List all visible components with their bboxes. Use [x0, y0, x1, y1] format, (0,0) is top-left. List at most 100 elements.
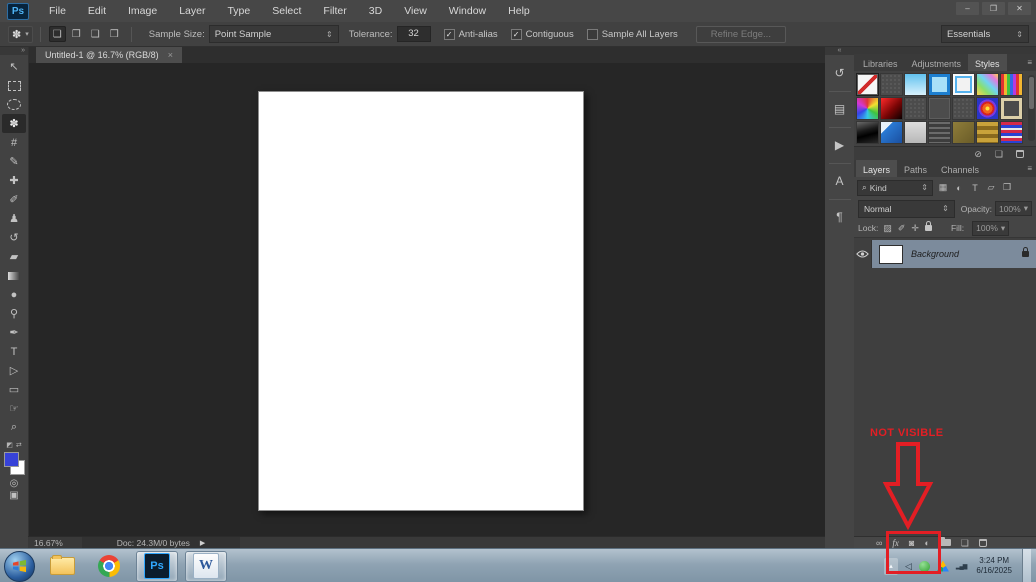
add-to-selection-icon[interactable]: ❐	[68, 26, 85, 42]
tab-libraries[interactable]: Libraries	[856, 54, 905, 71]
menu-help[interactable]: Help	[497, 5, 541, 17]
clone-stamp-tool[interactable]: ♟	[2, 209, 26, 228]
document-tab[interactable]: Untitled-1 @ 16.7% (RGB/8) ×	[36, 46, 182, 63]
sample-size-select[interactable]: Point Sample ⇕	[208, 25, 339, 43]
show-desktop-button[interactable]	[1022, 549, 1031, 582]
lock-position-icon[interactable]: ✛	[911, 223, 919, 233]
swap-colors-icon[interactable]: ⇄	[16, 441, 22, 449]
layer-thumbnail[interactable]	[879, 244, 903, 264]
eyedropper-tool[interactable]: ✎	[2, 152, 26, 171]
history-brush-tool[interactable]: ↺	[2, 228, 26, 247]
style-swatch-olive-texture[interactable]	[952, 121, 975, 144]
tab-paths[interactable]: Paths	[897, 160, 934, 177]
background-layer-row[interactable]: Background	[854, 240, 1036, 268]
taskbar-word-button[interactable]: W	[185, 550, 227, 582]
tab-channels[interactable]: Channels	[934, 160, 986, 177]
filter-pixel-layers-icon[interactable]: ▦	[936, 181, 950, 195]
subtract-from-selection-icon[interactable]: ❑	[87, 26, 104, 42]
tool-preset-picker[interactable]: ✽ ▾	[8, 25, 33, 43]
style-swatch-light-gray[interactable]	[904, 121, 927, 144]
filter-smart-objects-icon[interactable]: ❒	[1000, 181, 1014, 195]
device-preview-panel-icon[interactable]: ▤	[828, 91, 851, 121]
brush-tool[interactable]: ✐	[2, 190, 26, 209]
menu-layer[interactable]: Layer	[168, 5, 216, 17]
status-expand-icon[interactable]: ▶	[200, 539, 205, 547]
healing-brush-tool[interactable]: ✚	[2, 171, 26, 190]
style-swatch-white-blue-outline[interactable]	[952, 73, 975, 96]
foreground-color-swatch[interactable]	[3, 452, 19, 467]
filter-adjustment-layers-icon[interactable]: ◐	[952, 181, 966, 195]
fill-field[interactable]: 100% ▾	[972, 220, 1010, 236]
sample-all-layers-checkbox[interactable]: Sample All Layers	[586, 28, 678, 40]
character-panel-icon[interactable]: A	[828, 163, 851, 193]
zoom-level-field[interactable]: 16.67%	[34, 538, 72, 548]
filter-type-layers-icon[interactable]: T	[968, 181, 982, 195]
minimize-button[interactable]: –	[956, 2, 979, 15]
lock-paint-icon[interactable]: ✐	[898, 223, 906, 233]
taskbar-explorer-button[interactable]	[42, 552, 82, 581]
rectangle-tool[interactable]: ▭	[2, 380, 26, 399]
path-selection-tool[interactable]: ▷	[2, 361, 26, 380]
pen-tool[interactable]: ✒	[2, 323, 26, 342]
opacity-field[interactable]: 100% ▾	[994, 201, 1032, 216]
zoom-tool[interactable]: ⌕	[2, 418, 26, 437]
taskbar-clock[interactable]: 3:24 PM 6/16/2025	[976, 556, 1012, 577]
delete-layer-icon[interactable]	[978, 538, 987, 547]
style-swatch-black-gloss[interactable]	[856, 121, 879, 144]
screen-mode-icon[interactable]: ▣	[9, 490, 18, 502]
style-swatch-pastel-rainbow[interactable]	[976, 73, 999, 96]
style-swatch-red-black-gradient[interactable]	[880, 97, 903, 120]
menu-type[interactable]: Type	[216, 5, 261, 17]
gradient-tool[interactable]	[2, 266, 26, 285]
filter-kind-select[interactable]: ⌕ Kind ⇕	[857, 179, 933, 196]
tab-styles[interactable]: Styles	[968, 54, 1007, 71]
workspace-select[interactable]: Essentials ⇕	[941, 25, 1029, 43]
new-style-icon[interactable]: ❏	[995, 149, 1003, 159]
anti-alias-checkbox[interactable]: ✓ Anti-alias	[443, 28, 498, 40]
lock-all-icon[interactable]	[924, 221, 932, 231]
move-tool[interactable]: ↖	[2, 57, 26, 76]
dodge-tool[interactable]: ⚲	[2, 304, 26, 323]
new-group-icon[interactable]	[939, 537, 951, 546]
menu-window[interactable]: Window	[438, 5, 497, 17]
style-swatch-purple-bullseye[interactable]	[976, 97, 999, 120]
tab-adjustments[interactable]: Adjustments	[905, 54, 969, 71]
new-layer-icon[interactable]: ❏	[961, 538, 969, 548]
style-swatch-blue-frame[interactable]	[928, 73, 951, 96]
panel-menu-icon[interactable]: ≡	[1027, 58, 1032, 67]
marquee-tool[interactable]	[2, 76, 26, 95]
dock-collapse-icon[interactable]: «	[825, 46, 854, 55]
contiguous-checkbox[interactable]: ✓ Contiguous	[510, 28, 574, 40]
style-swatch-rainbow-stripes[interactable]	[1000, 73, 1023, 96]
new-selection-icon[interactable]: ❏	[48, 26, 66, 42]
lasso-tool[interactable]	[2, 95, 26, 114]
quick-mask-icon[interactable]: ◎	[9, 478, 19, 490]
style-swatch-color-checker[interactable]	[856, 97, 879, 120]
refine-edge-button[interactable]: Refine Edge...	[695, 25, 786, 43]
clear-style-icon[interactable]: ⊘	[974, 149, 982, 159]
style-swatch-faint-square[interactable]	[928, 97, 951, 120]
style-swatch-dotted-gray-1[interactable]	[880, 73, 903, 96]
magic-wand-tool[interactable]: ✽	[2, 114, 26, 133]
tab-layers[interactable]: Layers	[856, 160, 898, 177]
style-swatch-thin-stripes[interactable]	[928, 121, 951, 144]
menu-3d[interactable]: 3D	[358, 5, 393, 17]
link-layers-icon[interactable]: ∞	[876, 538, 882, 548]
history-panel-icon[interactable]: ↺	[829, 61, 851, 85]
eraser-tool[interactable]: ▰	[2, 247, 26, 266]
taskbar-chrome-button[interactable]	[89, 552, 129, 581]
toolbox-collapse-icon[interactable]: »	[0, 46, 28, 55]
lock-transparency-icon[interactable]: ▨	[883, 223, 892, 233]
style-swatch-sky-blue-gradient[interactable]	[904, 73, 927, 96]
hand-tool[interactable]: ☞	[2, 399, 26, 418]
delete-style-icon[interactable]	[1016, 149, 1024, 158]
menu-select[interactable]: Select	[261, 5, 312, 17]
paragraph-panel-icon[interactable]: ¶	[828, 199, 851, 229]
type-tool[interactable]: T	[2, 342, 26, 361]
close-button[interactable]: ✕	[1008, 2, 1031, 15]
styles-scrollbar[interactable]	[1028, 75, 1035, 141]
menu-view[interactable]: View	[393, 5, 438, 17]
actions-panel-icon[interactable]: ▶	[828, 127, 851, 157]
scrollbar-thumb[interactable]	[1029, 77, 1034, 109]
panel-drag-bar[interactable]	[854, 46, 1036, 54]
